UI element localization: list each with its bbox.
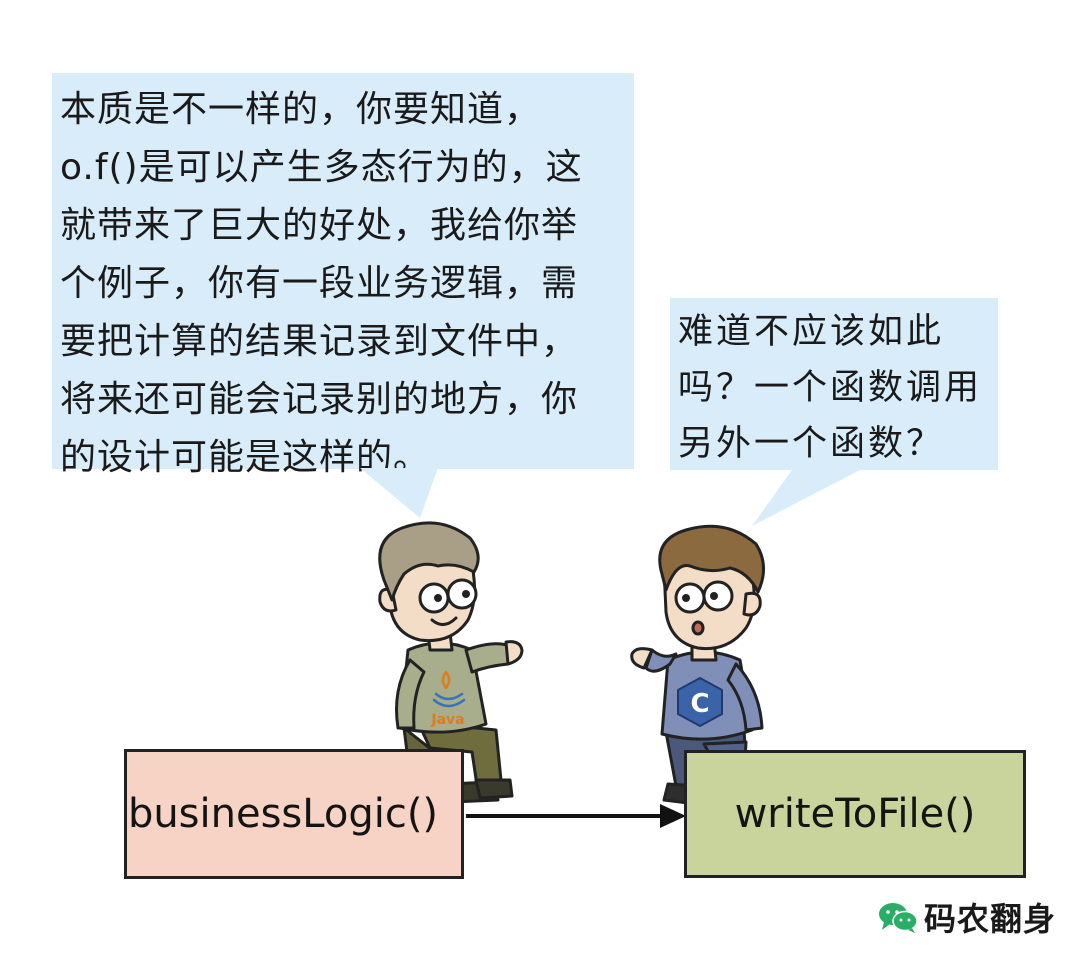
caller-function-label: businessLogic() bbox=[127, 791, 439, 837]
watermark: 码农翻身 bbox=[878, 895, 1056, 939]
watermark-text: 码农翻身 bbox=[924, 900, 1057, 938]
bubble-tail-right bbox=[752, 470, 860, 526]
caller-function-box: businessLogic() bbox=[124, 749, 464, 879]
comic-panel: 本质是不一样的，你要知道， o.f()是可以产生多态行为的，这 就带来了巨大的好… bbox=[0, 0, 1080, 954]
call-arrow-head bbox=[660, 804, 686, 828]
callee-function-label: writeToFile() bbox=[734, 791, 976, 837]
bubble-tail-left bbox=[360, 468, 438, 518]
java-logo-text: Java bbox=[430, 712, 464, 728]
c-logo-text: C bbox=[690, 689, 709, 719]
callee-function-box: writeToFile() bbox=[684, 750, 1026, 878]
wechat-icon bbox=[879, 903, 918, 933]
